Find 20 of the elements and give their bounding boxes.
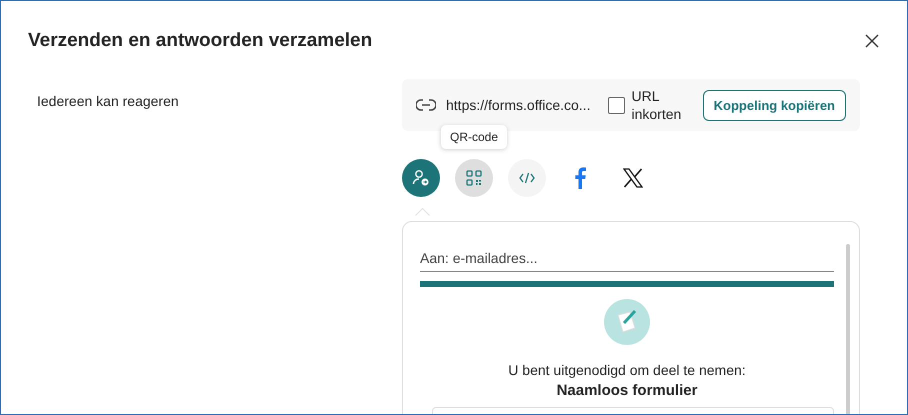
facebook-icon — [574, 167, 586, 189]
copy-link-button[interactable]: Koppeling kopiëren — [702, 90, 846, 120]
invitation-text: U bent uitgenodigd om deel te nemen: — [508, 362, 746, 378]
code-icon — [519, 172, 535, 184]
qr-code-icon — [466, 170, 482, 186]
x-logo-icon — [623, 168, 643, 188]
close-icon[interactable] — [865, 34, 879, 48]
shorten-url-checkbox[interactable] — [608, 96, 626, 114]
link-url: https://forms.office.co... — [446, 97, 590, 113]
form-title: Naamloos formulier — [556, 382, 698, 399]
audience-label: Iedereen kan reageren — [37, 93, 179, 109]
embed-button[interactable] — [508, 159, 546, 197]
dialog-title: Verzenden en antwoorden verzamelen — [28, 30, 372, 52]
person-add-icon — [412, 169, 430, 187]
form-pencil-icon — [604, 299, 650, 345]
qr-button[interactable] — [455, 159, 493, 197]
link-icon — [416, 99, 436, 111]
tooltip: QR-code — [440, 125, 508, 149]
shorten-url-label: URL inkorten — [631, 87, 682, 123]
invite-button[interactable] — [402, 159, 440, 197]
